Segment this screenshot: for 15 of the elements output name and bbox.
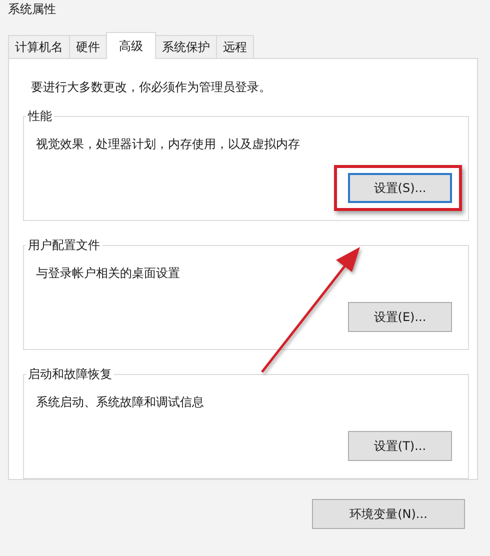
group-title: 用户配置文件 [26, 237, 102, 254]
group-title: 启动和故障恢复 [26, 366, 114, 383]
settings-button[interactable]: 设置(E)... [348, 302, 452, 332]
settings-button[interactable]: 设置(S)... [348, 173, 452, 203]
tab[interactable]: 远程 [216, 35, 254, 58]
tab[interactable]: 高级 [106, 32, 156, 59]
tab[interactable]: 计算机名 [8, 35, 70, 58]
environment-variables-button[interactable]: 环境变量(N)... [312, 499, 465, 529]
settings-button[interactable]: 设置(T)... [348, 431, 452, 461]
group-description: 与登录帐户相关的桌面设置 [36, 265, 180, 282]
group-title: 性能 [26, 108, 54, 125]
group-description: 系统启动、系统故障和调试信息 [36, 394, 204, 411]
group-description: 视觉效果，处理器计划，内存使用，以及虚拟内存 [36, 136, 300, 153]
admin-notice: 要进行大多数更改，你必须作为管理员登录。 [31, 79, 272, 96]
window-title: 系统属性 [8, 1, 56, 18]
